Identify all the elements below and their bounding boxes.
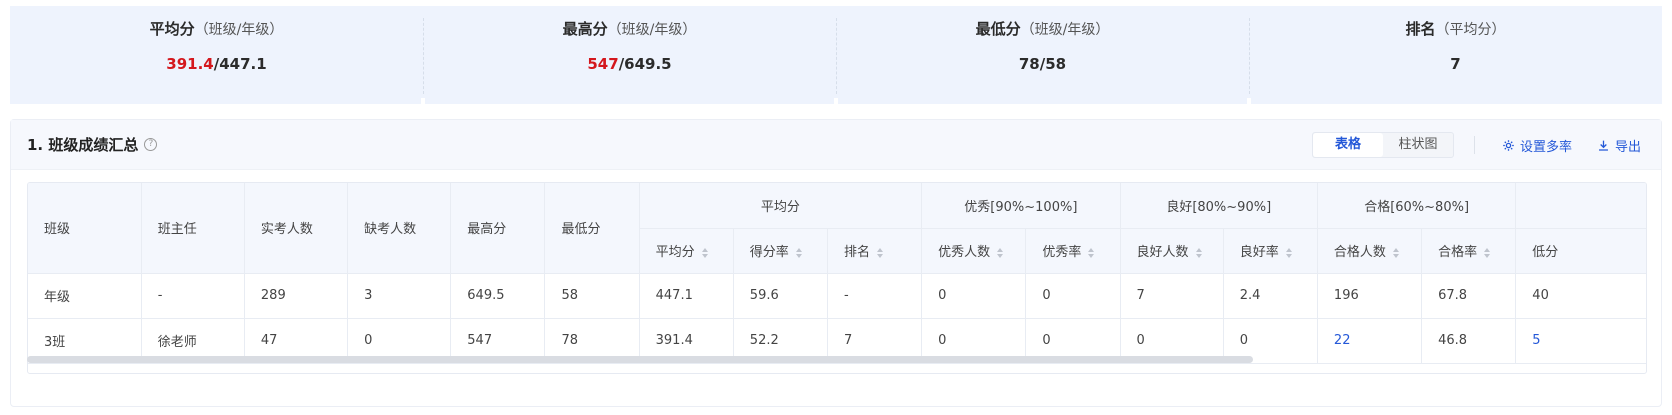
sortable-header[interactable]: 低分 (1515, 228, 1646, 274)
sortable-header[interactable]: 合格人数 (1317, 228, 1423, 274)
table-cell: 3 (347, 273, 452, 319)
summary-table-wrapper: 班级 班主任 实考人数 缺考人数 最高分 最低分 平均分 优秀[90%~100%… (27, 182, 1647, 374)
column-header: 班级 (28, 183, 142, 274)
column-header: 最低分 (544, 183, 640, 274)
class-summary-panel: 1. 班级成绩汇总 ? 表格 柱状图 设置多率 导出 班级 班主任 实考人数 缺… (10, 119, 1662, 407)
sortable-header[interactable]: 平均分 (639, 228, 734, 274)
table-cell: 年级 (28, 273, 142, 319)
sort-icon (701, 247, 709, 258)
question-circle-icon[interactable]: ? (144, 138, 158, 151)
group-header-excellent: 优秀[90%~100%] (921, 183, 1121, 229)
table-cell: 2.4 (1223, 273, 1318, 319)
table-row: 年级 - 289 3 649.5 58 447.1 59.6 - 0 0 7 2… (28, 273, 1646, 319)
sort-icon (1088, 247, 1095, 258)
stat-value: 547/649.5 (587, 55, 672, 73)
stat-card-gap (421, 98, 425, 106)
column-header: 实考人数 (244, 183, 349, 274)
stat-value: 78/58 (1018, 55, 1067, 73)
settings-rate-label: 设置多率 (1520, 140, 1573, 155)
sortable-header[interactable]: 良好人数 (1120, 228, 1224, 274)
table-cell: 67.8 (1421, 273, 1517, 319)
gear-icon (1503, 140, 1514, 151)
stat-title: 平均分（班级/年级） (149, 20, 284, 38)
download-icon (1599, 140, 1608, 151)
group-header-pass: 合格[60%~80%] (1317, 183, 1517, 229)
toolbar-divider (1474, 136, 1475, 154)
sortable-header[interactable]: 排名 (827, 228, 923, 274)
sortable-header[interactable]: 优秀人数 (921, 228, 1027, 274)
summary-stats: 平均分（班级/年级） 391.4/447.1 最高分（班级/年级） 547/64… (10, 6, 1662, 104)
sort-icon (795, 247, 803, 258)
sortable-header[interactable]: 合格率 (1421, 228, 1517, 274)
summary-table: 班级 班主任 实考人数 缺考人数 最高分 最低分 平均分 优秀[90%~100%… (28, 183, 1646, 364)
horizontal-scrollbar[interactable] (27, 356, 1647, 364)
table-cell: 649.5 (450, 273, 546, 319)
stat-card-gap (1247, 98, 1251, 106)
table-cell: 59.6 (733, 273, 828, 319)
group-header-average: 平均分 (639, 183, 923, 229)
stat-average: 平均分（班级/年级） 391.4/447.1 (10, 6, 423, 104)
sortable-header[interactable]: 得分率 (733, 228, 828, 274)
scrollbar-thumb[interactable] (27, 356, 1253, 363)
sort-icon (1392, 247, 1400, 258)
sortable-header[interactable]: 优秀率 (1025, 228, 1121, 274)
table-cell: 447.1 (639, 273, 734, 319)
section-title: 1. 班级成绩汇总 (27, 136, 139, 154)
stat-title: 排名（平均分） (1405, 20, 1506, 38)
stat-title: 最低分（班级/年级） (975, 20, 1110, 38)
table-cell: 0 (921, 273, 1027, 319)
table-cell: 7 (1120, 273, 1224, 319)
table-cell: 58 (544, 273, 640, 319)
export-button[interactable]: 导出 (1597, 136, 1641, 155)
stat-value: 391.4/447.1 (166, 55, 267, 73)
group-header-good: 良好[80%~90%] (1120, 183, 1318, 229)
sort-icon (1484, 247, 1491, 258)
stat-rank: 排名（平均分） 7 (1249, 6, 1662, 104)
table-cell: 0 (1025, 273, 1121, 319)
table-cell: 196 (1317, 273, 1423, 319)
stat-title: 最高分（班级/年级） (562, 20, 697, 38)
column-header: 缺考人数 (347, 183, 452, 274)
export-label: 导出 (1615, 140, 1642, 155)
stat-value: 7 (1450, 55, 1461, 73)
table-cell: - (141, 273, 245, 319)
stat-min: 最低分（班级/年级） 78/58 (836, 6, 1249, 104)
column-header: 最高分 (450, 183, 546, 274)
group-header-low (1515, 183, 1646, 229)
view-toggle: 表格 柱状图 (1312, 132, 1454, 158)
stat-max: 最高分（班级/年级） 547/649.5 (423, 6, 836, 104)
view-toggle-bar-chart[interactable]: 柱状图 (1383, 133, 1453, 157)
view-toggle-table[interactable]: 表格 (1313, 133, 1383, 157)
sortable-header[interactable]: 良好率 (1223, 228, 1318, 274)
column-header: 班主任 (141, 183, 245, 274)
sort-icon (1285, 247, 1293, 258)
table-cell: 289 (244, 273, 349, 319)
sort-icon (997, 247, 1004, 258)
sort-icon (876, 247, 884, 258)
table-cell: - (827, 273, 923, 319)
stat-card-gap (834, 98, 838, 106)
settings-rate-button[interactable]: 设置多率 (1502, 136, 1572, 155)
table-cell: 40 (1515, 273, 1646, 319)
sort-icon (1195, 247, 1203, 258)
